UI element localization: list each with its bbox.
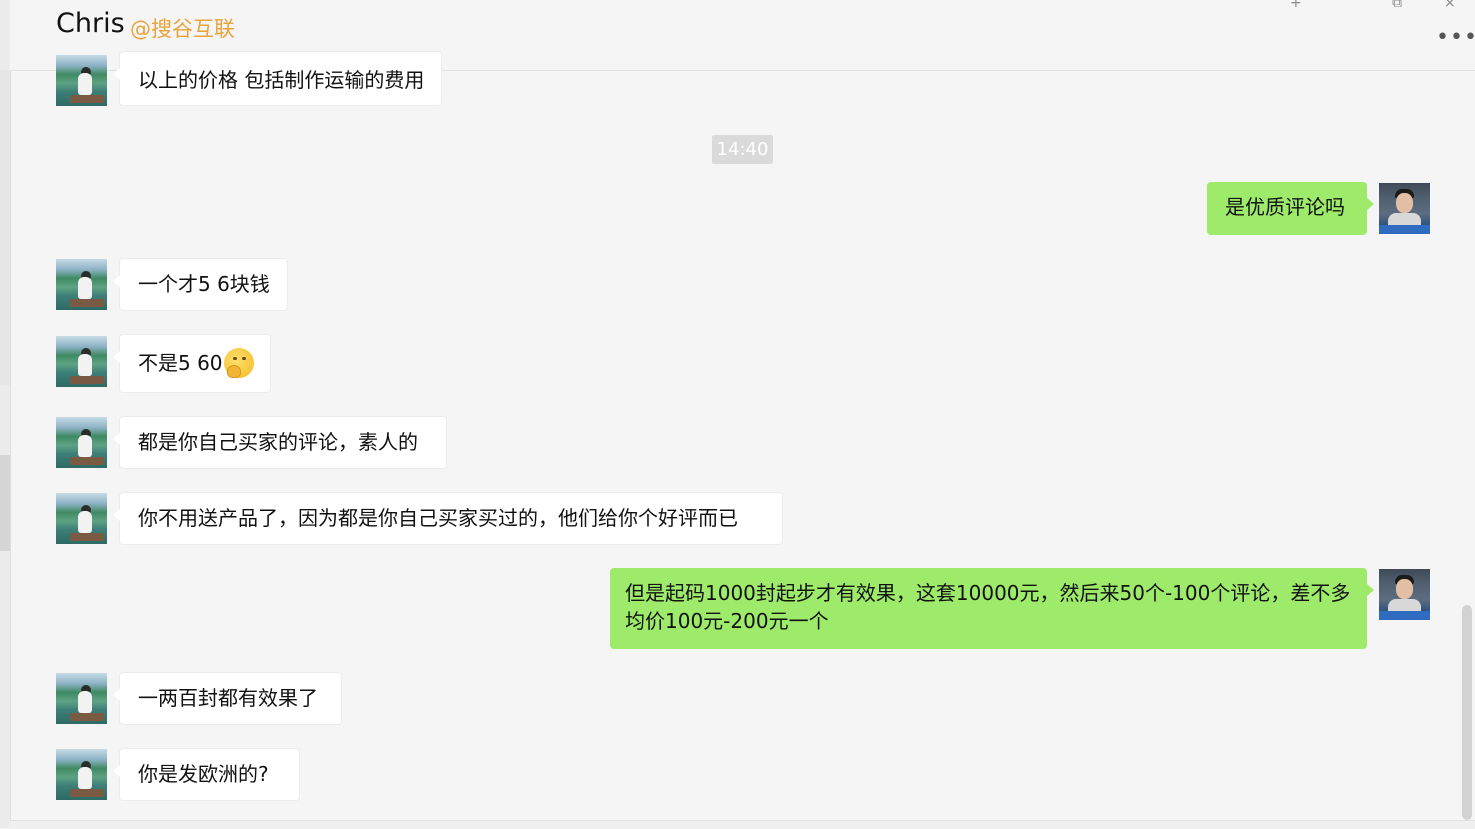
- chat-scrollbar[interactable]: [1462, 605, 1472, 820]
- incoming-message[interactable]: 都是你自己买家的评论，素人的: [113, 416, 447, 469]
- incoming-message[interactable]: 不是5 60: [113, 334, 271, 393]
- contact-avatar[interactable]: [56, 259, 107, 310]
- contact-avatar[interactable]: [56, 336, 107, 387]
- message-text: 一两百封都有效果了: [138, 686, 318, 710]
- contact-avatar[interactable]: [56, 749, 107, 800]
- left-panel-edge: [0, 0, 11, 828]
- left-panel-segment: [0, 70, 10, 385]
- message-text: 一个才5 6块钱: [138, 272, 270, 296]
- more-options-icon[interactable]: •••: [1436, 25, 1475, 50]
- contact-avatar[interactable]: [56, 417, 107, 468]
- left-panel-scroll-segment: [0, 455, 10, 551]
- restore-icon[interactable]: ⧉: [1392, 0, 1402, 10]
- outgoing-message[interactable]: 是优质评论吗: [1207, 182, 1374, 235]
- self-avatar[interactable]: [1379, 183, 1430, 234]
- message-text: 都是你自己买家的评论，素人的: [138, 430, 418, 454]
- incoming-message[interactable]: 你是发欧洲的?: [113, 748, 300, 801]
- chat-subtitle: @搜谷互联: [130, 17, 235, 41]
- message-text: 是优质评论吗: [1225, 195, 1345, 219]
- outgoing-message[interactable]: 但是起码1000封起步才有效果，这套10000元，然后来50个-100个评论，差…: [610, 568, 1374, 649]
- self-avatar[interactable]: [1379, 569, 1430, 620]
- chat-title: Chris: [56, 8, 125, 39]
- contact-avatar[interactable]: [56, 673, 107, 724]
- close-icon[interactable]: ×: [1444, 0, 1456, 10]
- pin-icon[interactable]: +: [1290, 0, 1302, 10]
- thinking-face-emoji-icon: [223, 348, 254, 378]
- incoming-message[interactable]: 一个才5 6块钱: [113, 258, 288, 311]
- message-text: 不是5 60: [138, 351, 223, 375]
- incoming-message[interactable]: 一两百封都有效果了: [113, 672, 342, 725]
- message-text: 以上的价格 包括制作运输的费用: [138, 68, 425, 92]
- message-text: 你是发欧洲的?: [138, 762, 269, 786]
- contact-avatar[interactable]: [56, 493, 107, 544]
- message-text: 你不用送产品了，因为都是你自己买家买过的，他们给你个好评而已: [138, 506, 738, 530]
- contact-avatar[interactable]: [56, 55, 107, 106]
- time-separator: 14:40: [712, 135, 773, 164]
- incoming-message[interactable]: 你不用送产品了，因为都是你自己买家买过的，他们给你个好评而已: [113, 492, 783, 545]
- incoming-message[interactable]: 以上的价格 包括制作运输的费用: [112, 51, 443, 106]
- message-text: 但是起码1000封起步才有效果，这套10000元，然后来50个-100个评论，差…: [625, 581, 1351, 633]
